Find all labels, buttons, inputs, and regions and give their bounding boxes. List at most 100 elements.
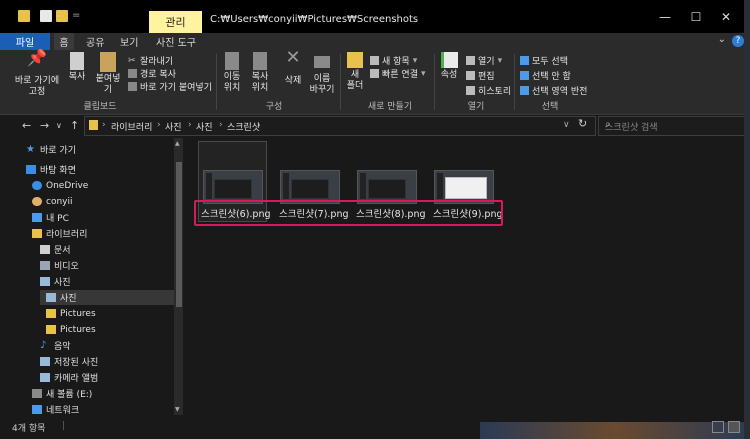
nav-item-documents[interactable]: 문서 [40, 242, 71, 257]
nav-label: OneDrive [46, 180, 89, 191]
tab-picture-tools[interactable]: 사진 도구 [156, 33, 196, 50]
help-icon[interactable]: ? [732, 35, 744, 47]
maximize-button[interactable]: ☐ [685, 8, 707, 26]
new-item-icon [370, 56, 379, 65]
paste-shortcut-button[interactable]: 바로 가기 붙여넣기 [128, 80, 212, 93]
pin-quick-access-button[interactable]: 📌 바로 가기에 고정 [14, 50, 60, 98]
copy-to-button[interactable]: 복사 위치 [248, 52, 272, 94]
details-view-icon[interactable] [712, 421, 724, 433]
new-folder-quick-icon[interactable] [56, 10, 68, 22]
ribbon-tabs: 파일 홈 공유 보기 사진 도구 ⌄ ? [0, 33, 750, 50]
new-item-button[interactable]: 새 항목 ▾ [370, 54, 417, 67]
open-button[interactable]: 열기 ▾ [466, 54, 502, 67]
properties-button[interactable]: 속성 [438, 52, 460, 81]
star-icon: ★ [26, 144, 35, 155]
nav-label: 문서 [54, 246, 71, 256]
up-button[interactable]: ↑ [70, 119, 79, 132]
arrow-right-icon: → [40, 119, 50, 132]
invert-selection-label: 선택 영역 반전 [532, 87, 588, 97]
nav-item-quick-access[interactable]: ★ 바로 가기 [26, 142, 76, 157]
rename-label: 이름 바꾸기 [309, 74, 335, 95]
path-icon [128, 69, 137, 78]
minimize-button[interactable]: — [654, 8, 676, 26]
breadcrumb-libraries[interactable]: 라이브러리 [111, 120, 152, 133]
new-folder-button[interactable]: 새 폴더 [344, 52, 366, 92]
tab-share[interactable]: 공유 [86, 33, 104, 50]
select-all-button[interactable]: 모두 선택 [520, 54, 568, 67]
nav-item-onedrive[interactable]: OneDrive [32, 178, 88, 193]
camera-icon [40, 373, 50, 382]
copy-to-icon [253, 52, 267, 70]
forward-button[interactable]: → [40, 119, 49, 132]
delete-button[interactable]: ✕ 삭제 [282, 49, 304, 87]
back-button[interactable]: ← [22, 119, 31, 132]
nav-item-music[interactable]: ♪ 음악 [40, 338, 71, 353]
tab-manage[interactable]: 관리 [149, 11, 202, 33]
new-folder-label: 새 폴더 [346, 70, 364, 91]
nav-item-volume-e[interactable]: 새 볼륨 (E:) [32, 386, 92, 401]
breadcrumb-pictures-sub[interactable]: 사진 [196, 120, 213, 133]
search-input[interactable]: 스크린샷 검색 ⌕ [598, 116, 746, 136]
move-to-button[interactable]: 이동 위치 [220, 52, 244, 94]
select-none-label: 선택 안 함 [532, 72, 571, 82]
scroll-up-icon[interactable]: ▲ [175, 140, 180, 147]
recent-locations-button[interactable]: ∨ [56, 121, 62, 130]
divider [514, 54, 515, 110]
folder-icon [46, 309, 56, 318]
breadcrumb-separator: › [188, 120, 192, 130]
drive-icon [32, 389, 42, 398]
invert-selection-button[interactable]: 선택 영역 반전 [520, 84, 587, 97]
chevron-down-icon: ▾ [497, 55, 503, 66]
edit-button[interactable]: 편집 [466, 69, 495, 82]
tab-home[interactable]: 홈 [54, 33, 74, 50]
close-button[interactable]: ✕ [715, 8, 737, 26]
properties-quick-icon[interactable] [40, 10, 52, 22]
nav-item-pictures-folder-2[interactable]: Pictures [46, 322, 96, 337]
nav-item-pictures-folder-1[interactable]: Pictures [46, 306, 96, 321]
address-bar[interactable]: › 라이브러리 › 사진 › 사진 › 스크린샷 ∨ [84, 116, 596, 136]
breadcrumb-screenshots[interactable]: 스크린샷 [227, 120, 260, 133]
desktop-icon [26, 165, 36, 174]
scroll-down-icon[interactable]: ▼ [175, 406, 180, 413]
copy-button[interactable]: 복사 [66, 52, 88, 83]
rename-icon [314, 56, 330, 68]
easy-access-button[interactable]: 빠른 연결 ▾ [370, 67, 426, 80]
refresh-button[interactable]: ↻ [578, 117, 587, 130]
quick-access-dropdown[interactable]: = [72, 10, 80, 21]
breadcrumb-separator: › [102, 120, 106, 130]
computer-icon [32, 213, 42, 222]
open-icon [466, 56, 475, 65]
tab-view[interactable]: 보기 [120, 33, 138, 50]
nav-item-pictures-selected[interactable]: 사진 [40, 290, 174, 305]
paste-button[interactable]: 붙여넣기 [92, 52, 124, 96]
copy-path-button[interactable]: 경로 복사 [128, 67, 176, 80]
nav-item-user[interactable]: conyii [32, 194, 73, 209]
history-button[interactable]: 히스토리 [466, 84, 511, 97]
document-icon [40, 245, 50, 254]
nav-label: 바탕 화면 [40, 166, 76, 176]
refresh-icon: ↻ [578, 117, 588, 130]
nav-item-camera-roll[interactable]: 카메라 앨범 [40, 370, 98, 385]
new-group-label: 새로 만들기 [367, 102, 413, 112]
nav-item-this-pc[interactable]: 내 PC [32, 210, 69, 225]
nav-item-libraries[interactable]: 라이브러리 [32, 226, 87, 241]
nav-label: 바로 가기 [40, 146, 76, 156]
chevron-down-icon[interactable]: ∨ [563, 120, 570, 130]
title-bar: = 관리 C:₩Users₩conyii₩Pictures₩Screenshot… [0, 0, 750, 33]
nav-label: 새 볼륨 (E:) [46, 390, 93, 400]
library-icon [32, 229, 42, 238]
nav-item-pictures[interactable]: 사진 [40, 274, 71, 289]
divider [340, 54, 341, 110]
nav-scrollbar-thumb[interactable] [176, 162, 182, 307]
breadcrumb-pictures[interactable]: 사진 [165, 120, 182, 133]
cut-button[interactable]: ✂ 잘라내기 [128, 54, 173, 67]
chevron-down-icon[interactable]: ⌄ [718, 34, 726, 45]
select-none-button[interactable]: 선택 안 함 [520, 69, 571, 82]
nav-item-saved-pictures[interactable]: 저장된 사진 [40, 354, 98, 369]
nav-item-videos[interactable]: 비디오 [40, 258, 79, 273]
large-icons-view-icon[interactable] [728, 421, 740, 433]
window-border [744, 0, 750, 439]
new-item-label: 새 항목 [382, 57, 410, 67]
nav-item-desktop[interactable]: 바탕 화면 [26, 162, 76, 177]
rename-button[interactable]: 이름 바꾸기 [308, 52, 336, 96]
